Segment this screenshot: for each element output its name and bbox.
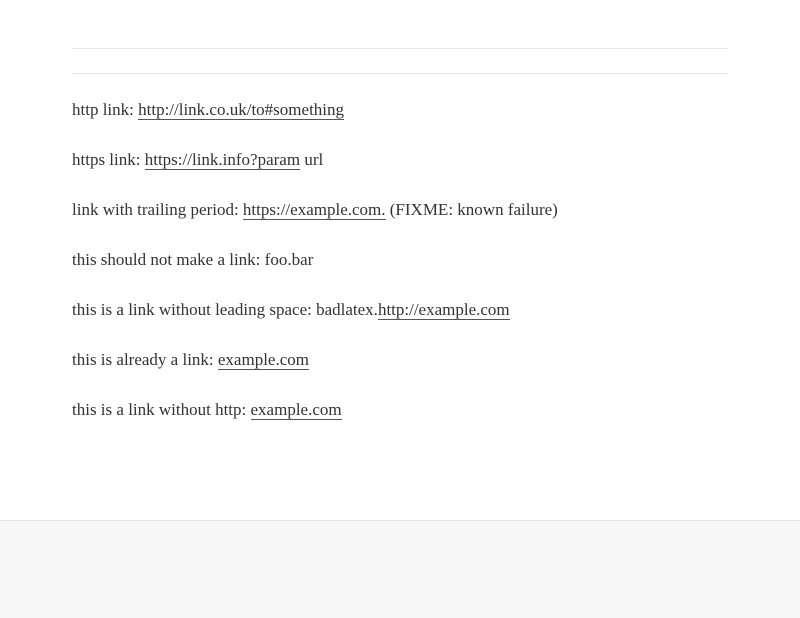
trailing-period-link[interactable]: https://example.com. xyxy=(242,200,386,220)
line-prefix: http link: xyxy=(72,100,139,119)
line-suffix: url xyxy=(300,150,324,169)
no-leading-space-line: this is a link without leading space: ba… xyxy=(72,298,728,322)
line-prefix: this is a link without http: xyxy=(72,400,251,419)
https-link-line: https link: https://link.info?param url xyxy=(72,148,728,172)
link-test-list: http link: http://link.co.uk/to#somethin… xyxy=(72,98,728,448)
trailing-period-line: link with trailing period: https://examp… xyxy=(72,198,728,222)
divider xyxy=(72,73,728,74)
http-link-line: http link: http://link.co.uk/to#somethin… xyxy=(72,98,728,122)
http-link[interactable]: http://link.co.uk/to#something xyxy=(138,100,345,120)
divider xyxy=(72,48,728,49)
no-http-line: this is a link without http: example.com xyxy=(72,398,728,422)
line-prefix: https link: xyxy=(72,150,145,169)
line-suffix: (FIXME: known failure) xyxy=(385,200,558,219)
already-link-line: this is already a link: example.com xyxy=(72,348,728,372)
line-prefix: this is already a link: xyxy=(72,350,218,369)
already-link[interactable]: example.com xyxy=(217,350,309,370)
no-http-link[interactable]: example.com xyxy=(250,400,342,420)
line-prefix: link with trailing period: xyxy=(72,200,243,219)
line-prefix: this is a link without leading space: ba… xyxy=(72,300,378,319)
https-link[interactable]: https://link.info?param xyxy=(144,150,301,170)
no-link-line: this should not make a link: foo.bar xyxy=(72,250,314,269)
footer xyxy=(0,520,800,618)
no-leading-space-link[interactable]: http://example.com xyxy=(377,300,510,320)
